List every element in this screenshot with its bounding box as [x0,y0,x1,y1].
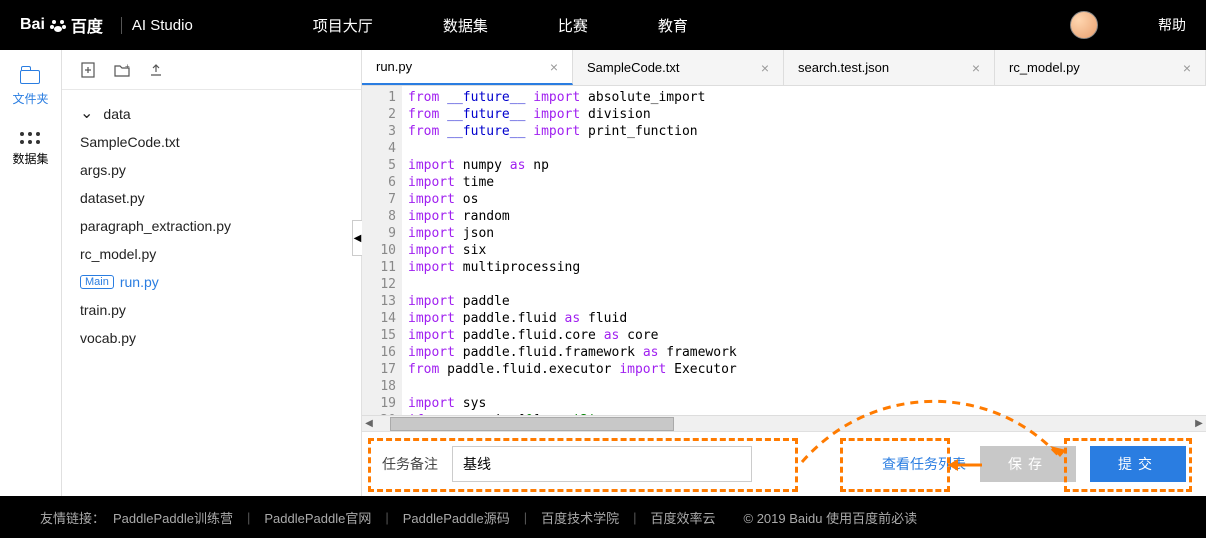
new-folder-icon[interactable]: + [114,62,130,78]
file-toolbar: + [62,50,361,90]
tab-search-json[interactable]: search.test.json× [784,50,995,85]
help-link[interactable]: 帮助 [1158,15,1186,35]
scroll-thumb[interactable] [390,417,674,431]
tree-file[interactable]: train.py [80,296,343,324]
close-icon[interactable]: × [550,59,558,75]
tree-file[interactable]: rc_model.py [80,240,343,268]
tree-folder-data[interactable]: data [80,100,343,128]
nav-education[interactable]: 教育 [658,15,688,36]
editor-h-scrollbar[interactable]: ◀ ▶ [362,415,1206,431]
grid-icon [20,132,40,144]
code-content[interactable]: from __future__ import absolute_importfr… [402,86,1206,415]
nav-competitions[interactable]: 比赛 [558,15,588,36]
footer-link[interactable]: PaddlePaddle官网 [264,508,371,527]
brand-text-left: Bai [20,16,45,34]
footer-link[interactable]: PaddlePaddle源码 [403,508,510,527]
brand-text-right: 百度 [71,13,103,37]
header-right: 帮助 [1070,11,1186,39]
avatar[interactable] [1070,11,1098,39]
close-icon[interactable]: × [761,60,769,76]
upload-icon[interactable] [148,62,164,78]
scroll-right-icon[interactable]: ▶ [1192,417,1206,431]
tab-samplecode[interactable]: SampleCode.txt× [573,50,784,85]
main-badge: Main [80,275,114,289]
nav-datasets[interactable]: 数据集 [443,15,488,36]
line-gutter: 123456789101112131415161718192021222324 [362,86,402,415]
tree-file[interactable]: args.py [80,156,343,184]
footer-link[interactable]: 百度技术学院 [541,508,619,527]
tree-file[interactable]: dataset.py [80,184,343,212]
submit-button[interactable]: 提交 [1090,446,1186,482]
code-editor[interactable]: 123456789101112131415161718192021222324 … [362,86,1206,415]
footer-copyright: © 2019 Baidu 使用百度前必读 [744,508,918,527]
panel-fold-handle[interactable]: ◀ [352,220,362,256]
task-label: 任务备注 [382,454,438,474]
main-nav: 项目大厅 数据集 比赛 教育 [313,15,688,36]
tree-file[interactable]: paragraph_extraction.py [80,212,343,240]
product-name: AI Studio [121,17,193,34]
tree-file[interactable]: SampleCode.txt [80,128,343,156]
tree-file-main[interactable]: Main run.py [80,268,343,296]
editor-panel: ◀ run.py× SampleCode.txt× search.test.js… [362,50,1206,496]
scroll-track[interactable] [390,417,1178,431]
svg-text:+: + [125,63,130,71]
task-note-input[interactable] [452,446,752,482]
view-task-list-link[interactable]: 查看任务列表 [882,454,966,474]
tab-run-py[interactable]: run.py× [362,50,573,85]
scroll-left-icon[interactable]: ◀ [362,417,376,431]
tree-file[interactable]: vocab.py [80,324,343,352]
folder-icon [20,70,40,84]
rail-files[interactable]: 文件夹 [12,70,48,107]
save-button[interactable]: 保存 [980,446,1076,482]
rail-datasets[interactable]: 数据集 [12,132,48,167]
nav-projects[interactable]: 项目大厅 [313,15,373,36]
left-rail: 文件夹 数据集 [0,50,62,496]
footer-link[interactable]: 百度效率云 [651,508,716,527]
logo-group: Bai 百度 AI Studio [20,13,193,37]
footer-label: 友情链接： [40,508,105,527]
close-icon[interactable]: × [1183,60,1191,76]
editor-tabs: run.py× SampleCode.txt× search.test.json… [362,50,1206,86]
new-file-icon[interactable] [80,62,96,78]
close-icon[interactable]: × [972,60,980,76]
rail-datasets-label: 数据集 [12,150,48,167]
paw-icon [49,16,67,34]
baidu-logo[interactable]: Bai 百度 [20,13,103,37]
file-tree: data SampleCode.txt args.py dataset.py p… [62,90,361,362]
main-file-name: run.py [120,274,159,290]
top-header: Bai 百度 AI Studio 项目大厅 数据集 比赛 教育 帮助 [0,0,1206,50]
footer: 友情链接： PaddlePaddle训练营| PaddlePaddle官网| P… [0,496,1206,538]
task-bar: 任务备注 查看任务列表 保存 提交 [362,431,1206,496]
footer-link[interactable]: PaddlePaddle训练营 [113,508,233,527]
file-panel: + data SampleCode.txt args.py dataset.py… [62,50,362,496]
tab-rc-model[interactable]: rc_model.py× [995,50,1206,85]
rail-files-label: 文件夹 [12,90,48,107]
